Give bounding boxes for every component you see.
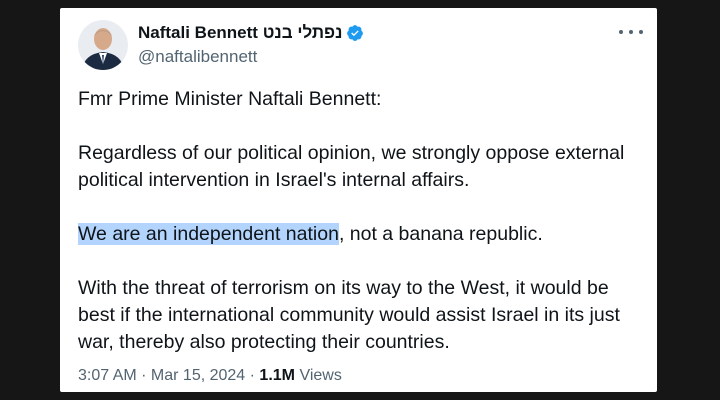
more-options-icon[interactable]: [619, 22, 643, 42]
tweet-paragraph: Regardless of our political opinion, we …: [78, 142, 625, 191]
more-dot: [629, 30, 633, 34]
tweet-text: Fmr Prime Minister Naftali Bennett: Rega…: [78, 86, 650, 356]
author-handle[interactable]: @naftalibennett: [138, 47, 257, 67]
tweet-meta: 3:07 AM · Mar 15, 2024 · 1.1M Views: [78, 367, 342, 385]
views-count: 1.1M: [259, 367, 295, 384]
verified-badge-icon: [346, 24, 364, 42]
views-label: Views: [295, 367, 342, 384]
more-dot: [619, 30, 623, 34]
author-name-row[interactable]: Naftali Bennett נפתלי בנט: [138, 20, 364, 46]
tweet-timestamp[interactable]: 3:07 AM · Mar 15, 2024 ·: [78, 367, 259, 384]
avatar[interactable]: [78, 20, 128, 70]
tweet-card: Naftali Bennett נפתלי בנט @naftalibennet…: [60, 8, 657, 392]
more-dot: [639, 30, 643, 34]
tweet-paragraph: We are an independent nation, not a bana…: [78, 221, 650, 248]
tweet-paragraph: Fmr Prime Minister Naftali Bennett:: [78, 88, 382, 110]
tweet-paragraph: With the threat of terrorism on its way …: [78, 277, 620, 353]
author-display-name[interactable]: Naftali Bennett נפתלי בנט: [138, 23, 342, 43]
tweet-text-rest: , not a banana republic.: [338, 223, 543, 245]
highlighted-text: We are an independent nation: [78, 223, 339, 245]
